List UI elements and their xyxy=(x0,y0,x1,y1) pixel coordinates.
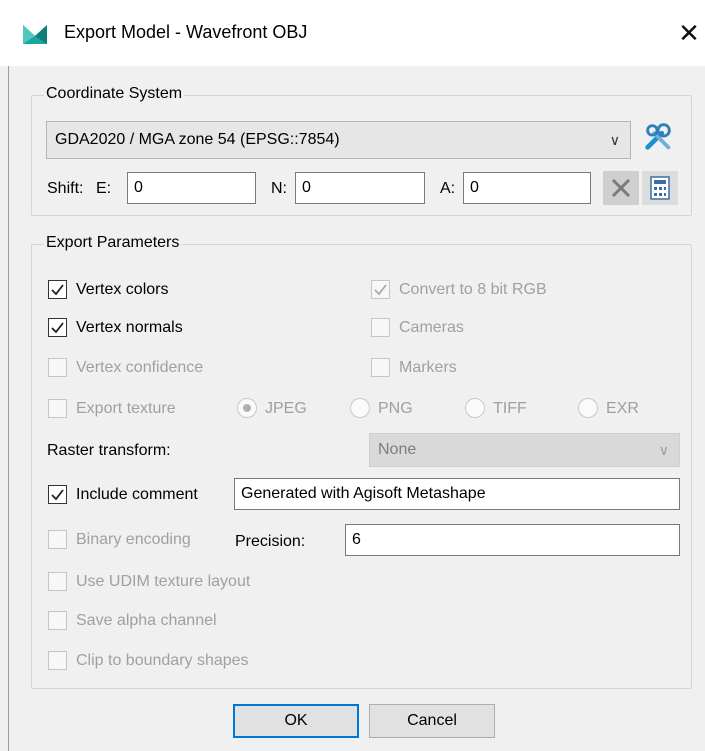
include-comment-checkbox[interactable] xyxy=(48,485,67,504)
window-left-border xyxy=(8,66,9,751)
shift-a-label: A: xyxy=(440,180,456,197)
shift-n-input[interactable]: 0 xyxy=(295,172,425,204)
export-parameters-title: Export Parameters xyxy=(44,234,182,252)
clip-boundary-label: Clip to boundary shapes xyxy=(76,652,249,669)
jpeg-label: JPEG xyxy=(265,400,307,417)
export-texture-label: Export texture xyxy=(76,400,176,417)
png-radio[interactable] xyxy=(350,398,370,418)
precision-label: Precision: xyxy=(235,533,306,550)
cameras-checkbox[interactable] xyxy=(371,318,390,337)
coordinate-system-title: Coordinate System xyxy=(44,85,185,103)
convert-8bit-checkbox[interactable] xyxy=(371,280,390,299)
precision-input[interactable]: 6 xyxy=(345,524,680,556)
shift-a-input[interactable]: 0 xyxy=(463,172,591,204)
exr-radio[interactable] xyxy=(578,398,598,418)
clear-x-icon[interactable] xyxy=(603,171,639,205)
calculator-icon[interactable] xyxy=(642,171,678,205)
title-bar: Export Model - Wavefront OBJ ✕ xyxy=(0,0,705,66)
binary-encoding-checkbox[interactable] xyxy=(48,530,67,549)
jpeg-radio[interactable] xyxy=(237,398,257,418)
vertex-colors-checkbox[interactable] xyxy=(48,280,67,299)
close-icon[interactable]: ✕ xyxy=(672,16,705,50)
chevron-down-icon: ∨ xyxy=(609,132,620,148)
shift-e-input[interactable]: 0 xyxy=(127,172,256,204)
vertex-confidence-checkbox[interactable] xyxy=(48,358,67,377)
window-title: Export Model - Wavefront OBJ xyxy=(64,22,308,42)
cameras-label: Cameras xyxy=(399,319,464,336)
tiff-label: TIFF xyxy=(493,400,527,417)
ok-button[interactable]: OK xyxy=(233,704,359,738)
export-texture-checkbox[interactable] xyxy=(48,399,67,418)
binary-encoding-label: Binary encoding xyxy=(76,531,191,548)
chevron-down-icon: ∨ xyxy=(658,442,669,458)
vertex-normals-checkbox[interactable] xyxy=(48,318,67,337)
shift-n-label: N: xyxy=(271,180,287,197)
raster-transform-label: Raster transform: xyxy=(47,442,171,459)
vertex-confidence-label: Vertex confidence xyxy=(76,359,204,376)
vertex-normals-label: Vertex normals xyxy=(76,319,183,336)
save-alpha-label: Save alpha channel xyxy=(76,612,217,629)
convert-8bit-label: Convert to 8 bit RGB xyxy=(399,281,547,298)
metashape-app-icon xyxy=(23,25,47,44)
clip-boundary-checkbox[interactable] xyxy=(48,651,67,670)
use-udim-checkbox[interactable] xyxy=(48,572,67,591)
shift-label: Shift: xyxy=(47,180,84,197)
settings-tools-icon[interactable] xyxy=(640,120,676,154)
shift-e-label: E: xyxy=(96,180,112,197)
comment-input[interactable]: Generated with Agisoft Metashape xyxy=(234,478,680,510)
cancel-button[interactable]: Cancel xyxy=(369,704,495,738)
tiff-radio[interactable] xyxy=(465,398,485,418)
png-label: PNG xyxy=(378,400,413,417)
save-alpha-checkbox[interactable] xyxy=(48,611,67,630)
vertex-colors-label: Vertex colors xyxy=(76,281,169,298)
crs-dropdown-value: GDA2020 / MGA zone 54 (EPSG::7854) xyxy=(55,131,340,148)
markers-checkbox[interactable] xyxy=(371,358,390,377)
crs-dropdown[interactable]: GDA2020 / MGA zone 54 (EPSG::7854) ∨ xyxy=(46,121,631,159)
raster-transform-value: None xyxy=(378,441,417,458)
include-comment-label: Include comment xyxy=(76,486,198,503)
raster-transform-dropdown[interactable]: None ∨ xyxy=(369,433,680,467)
markers-label: Markers xyxy=(399,359,457,376)
use-udim-label: Use UDIM texture layout xyxy=(76,573,251,590)
exr-label: EXR xyxy=(606,400,639,417)
